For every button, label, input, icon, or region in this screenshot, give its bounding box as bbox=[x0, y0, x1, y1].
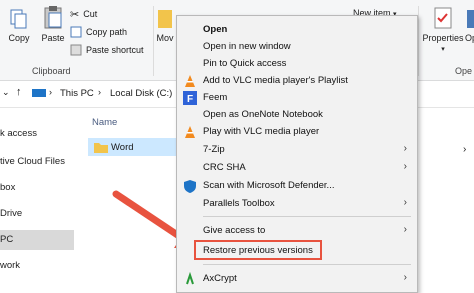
nav-item-this-pc[interactable]: PC bbox=[0, 230, 74, 250]
menu-item-crc-sha[interactable]: CRC SHA › bbox=[177, 158, 417, 178]
menu-item-label: 7-Zip bbox=[203, 144, 225, 155]
menu-separator bbox=[203, 264, 411, 265]
paste-shortcut-label: Paste shortcut bbox=[86, 45, 144, 55]
open-button[interactable]: Ope bbox=[465, 6, 474, 43]
nav-item-quick-access[interactable]: k access bbox=[0, 124, 37, 144]
navigation-pane: k access tive Cloud Files box Drive PC w… bbox=[0, 108, 75, 291]
nav-item-dropbox[interactable]: box bbox=[0, 178, 15, 198]
paste-shortcut-icon bbox=[70, 44, 82, 56]
submenu-arrow-icon: › bbox=[403, 161, 407, 172]
ribbon-divider bbox=[418, 6, 419, 76]
folder-icon bbox=[94, 143, 108, 153]
up-arrow-icon[interactable]: ↑ bbox=[16, 86, 22, 98]
menu-item-label: Pin to Quick access bbox=[203, 58, 287, 69]
properties-label: Properties bbox=[422, 33, 464, 43]
menu-item-axcrypt[interactable]: AxCrypt › bbox=[177, 269, 417, 289]
breadcrumb-local-disk[interactable]: Local Disk (C:) bbox=[110, 88, 172, 99]
submenu-arrow-icon: › bbox=[403, 224, 407, 235]
feem-icon: F bbox=[183, 91, 197, 105]
axcrypt-icon bbox=[186, 272, 194, 285]
move-to-button[interactable]: Mov bbox=[154, 6, 176, 43]
menu-separator bbox=[203, 216, 411, 217]
menu-item-7zip[interactable]: 7-Zip › bbox=[177, 140, 417, 160]
copy-button[interactable]: Copy bbox=[4, 8, 34, 43]
submenu-arrow-icon: › bbox=[403, 272, 407, 283]
menu-item-label: CRC SHA bbox=[203, 162, 246, 173]
move-to-label: Mov bbox=[156, 33, 174, 43]
menu-item-give-access[interactable]: Give access to › bbox=[177, 221, 417, 241]
menu-item-label: Add to VLC media player's Playlist bbox=[203, 75, 348, 86]
vlc-cone-icon bbox=[185, 126, 195, 138]
column-header-name[interactable]: Name bbox=[92, 117, 117, 128]
nav-item-onedrive[interactable]: Drive bbox=[0, 204, 22, 224]
clipboard-icon bbox=[44, 6, 62, 29]
cut-button[interactable]: ✂ Cut bbox=[70, 6, 97, 22]
menu-item-label: Scan with Microsoft Defender... bbox=[203, 180, 335, 191]
highlight-box bbox=[194, 240, 322, 260]
copy-path-button[interactable]: Copy path bbox=[70, 24, 127, 40]
menu-item-label: Open bbox=[203, 24, 228, 35]
menu-item-label: Play with VLC media player bbox=[203, 126, 320, 137]
copy-icon bbox=[10, 9, 27, 29]
clipboard-group-label: Clipboard bbox=[32, 66, 71, 76]
move-to-folder-icon bbox=[158, 10, 172, 28]
copy-path-label: Copy path bbox=[86, 27, 128, 37]
list-item-word-folder[interactable]: Word bbox=[88, 138, 180, 156]
cut-label: Cut bbox=[83, 9, 98, 19]
open-group-label: Ope bbox=[455, 66, 473, 76]
menu-item-label: Parallels Toolbox bbox=[203, 198, 275, 209]
folder-name-label: Word bbox=[111, 142, 134, 153]
menu-item-label: Feem bbox=[203, 92, 228, 103]
submenu-arrow-icon: › bbox=[403, 143, 407, 154]
properties-button[interactable]: Properties ▾ bbox=[420, 6, 466, 53]
menu-item-label: Open in new window bbox=[203, 41, 291, 52]
paste-button[interactable]: Paste bbox=[38, 4, 68, 43]
computer-icon bbox=[32, 89, 46, 97]
menu-item-label: AxCrypt bbox=[203, 273, 237, 284]
chevron-down-icon[interactable]: ⌄ bbox=[2, 87, 10, 98]
submenu-arrow-icon: › bbox=[403, 197, 407, 208]
defender-shield-icon bbox=[184, 180, 196, 193]
open-label: Ope bbox=[465, 33, 474, 43]
menu-item-parallels-toolbox[interactable]: Parallels Toolbox › bbox=[177, 194, 417, 214]
breadcrumb-this-pc[interactable]: This PC bbox=[60, 88, 94, 99]
menu-item-label: Give access to bbox=[203, 225, 266, 236]
paste-shortcut-button[interactable]: Paste shortcut bbox=[70, 42, 144, 58]
breadcrumb-separator-icon[interactable]: › bbox=[49, 87, 52, 97]
scissors-icon: ✂ bbox=[70, 8, 80, 21]
vlc-cone-icon bbox=[185, 75, 195, 87]
paste-label: Paste bbox=[41, 33, 65, 43]
copy-path-icon bbox=[70, 26, 82, 38]
open-icon bbox=[467, 10, 474, 28]
menu-item-defender-scan[interactable]: Scan with Microsoft Defender... bbox=[177, 176, 417, 196]
scroll-chevron-icon[interactable]: › bbox=[463, 144, 466, 155]
nav-item-cloud-files[interactable]: tive Cloud Files bbox=[0, 152, 65, 172]
svg-text:F: F bbox=[187, 94, 193, 105]
menu-item-vlc-play[interactable]: Play with VLC media player bbox=[177, 122, 417, 142]
copy-label: Copy bbox=[8, 33, 30, 43]
breadcrumb-separator-icon[interactable]: › bbox=[98, 87, 101, 97]
dropdown-arrow-icon: ▾ bbox=[441, 46, 445, 53]
menu-item-label: Open as OneNote Notebook bbox=[203, 109, 323, 120]
properties-icon bbox=[434, 7, 452, 29]
nav-item-network[interactable]: work bbox=[0, 256, 20, 276]
